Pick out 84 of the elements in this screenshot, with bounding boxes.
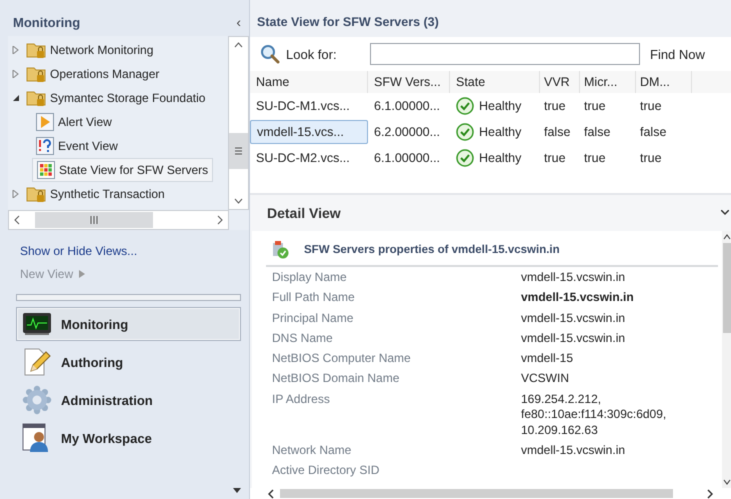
- table-cell-text: 6.2.00000...: [373, 124, 442, 141]
- property-name: DNS Name: [272, 330, 334, 346]
- properties-heading: SFW Servers properties of vmdell-15.vcswin.in: [304, 244, 560, 256]
- check-icon: [456, 123, 474, 141]
- collapsed-arrow-icon: [12, 190, 20, 198]
- find-now-button[interactable]: Find Now: [650, 46, 705, 62]
- grip-icon[interactable]: [90, 216, 98, 224]
- chevron-icon[interactable]: [721, 210, 729, 216]
- locked-folder-icon: [26, 185, 46, 203]
- table-cell: Healthy: [450, 120, 540, 144]
- scroll-left-icon[interactable]: [268, 488, 274, 498]
- tree-item[interactable]: Operations Manager: [8, 62, 164, 86]
- search-label: Look for:: [286, 46, 338, 62]
- table-cell-text: true: [583, 98, 607, 115]
- splitter-handle[interactable]: [16, 294, 241, 301]
- vertical-scrollbar[interactable]: [722, 231, 731, 488]
- table-cell-text: true: [583, 150, 607, 167]
- navigation-button[interactable]: Monitoring: [16, 307, 241, 341]
- search-field[interactable]: [370, 43, 640, 65]
- vertical-scrollbar[interactable]: [228, 36, 249, 210]
- table-cell-text: 6.1.00000...: [373, 98, 442, 115]
- property-name: NetBIOS Domain Name: [272, 371, 400, 387]
- collapsed-arrow-icon: [12, 46, 20, 54]
- property-name: NetBIOS Computer Name: [272, 351, 412, 367]
- property-name: Active Directory SID: [272, 463, 380, 479]
- navigation-button[interactable]: Administration: [16, 383, 241, 417]
- tree-item[interactable]: Alert View: [32, 110, 116, 134]
- tree-item[interactable]: State View for SFW Servers: [32, 158, 214, 182]
- table-cell-text: 6.1.00000...: [373, 150, 442, 167]
- table-cell-text: false: [543, 124, 572, 141]
- pane-title: Monitoring: [13, 14, 80, 30]
- check-icon: [456, 97, 474, 115]
- locked-folder-icon: [26, 65, 46, 83]
- property-value: vmdell-15.vcswin.in: [521, 310, 626, 326]
- grid-icon: [37, 161, 55, 179]
- tree-item[interactable]: Synthetic Transaction: [8, 182, 169, 206]
- property-value: vmdell-15: [521, 351, 574, 367]
- property-value: vmdell-15.vcswin.in: [521, 270, 626, 286]
- table-cell: Healthy: [450, 146, 540, 170]
- table-cell-text: true: [639, 150, 663, 167]
- monitor-icon: [22, 311, 52, 337]
- table-cell[interactable]: vmdell-15.vcs...: [250, 120, 368, 144]
- collapsed-arrow-icon: [12, 70, 20, 78]
- table-cell[interactable]: SU-DC-M1.vcs...: [250, 94, 368, 118]
- horizontal-scrollbar[interactable]: [8, 210, 229, 230]
- table-cell-text: true: [543, 98, 567, 115]
- property-name: Display Name: [272, 270, 348, 286]
- tree-item[interactable]: Symantec Storage Foundatio: [8, 86, 210, 110]
- navigation-button[interactable]: My Workspace: [16, 421, 241, 455]
- table-cell-text: false: [639, 124, 668, 141]
- table-cell: Healthy: [450, 94, 540, 118]
- property-value: vmdell-15.vcswin.in: [521, 330, 626, 346]
- property-value: 169.254.2.212, fe80::10ae:f114:309c:6d09, 10.209.162.63: [521, 392, 666, 438]
- view-title: State View for SFW Servers (3): [250, 0, 731, 37]
- expanded-arrow-icon: [12, 94, 20, 102]
- gear-icon: [22, 385, 52, 415]
- collapse-button[interactable]: ‹: [236, 14, 241, 30]
- dropdown-icon[interactable]: [233, 488, 241, 492]
- property-name: Principal Name: [272, 310, 354, 326]
- event-icon: [36, 137, 54, 155]
- tree-item[interactable]: Event View: [32, 134, 122, 158]
- pencil-icon: [22, 347, 52, 377]
- tree-item[interactable]: Network Monitoring: [8, 38, 158, 62]
- property-value: vmdell-15.vcswin.in: [521, 443, 626, 459]
- navigation-button[interactable]: Authoring: [16, 345, 241, 379]
- locked-folder-icon: [26, 89, 46, 107]
- property-name: IP Address: [272, 392, 331, 408]
- table-cell-text: true: [543, 150, 567, 167]
- detail-title: Detail View: [267, 205, 341, 221]
- grip-icon[interactable]: [234, 147, 243, 155]
- server-status-icon: [272, 241, 290, 259]
- locked-folder-icon: [26, 41, 46, 59]
- property-name: Network Name: [272, 443, 352, 459]
- table-cell-text: true: [639, 98, 663, 115]
- scroll-right-icon[interactable]: [707, 488, 713, 498]
- table-cell[interactable]: SU-DC-M2.vcs...: [250, 146, 368, 170]
- property-name: Full Path Name: [272, 290, 356, 306]
- link[interactable]: Show or Hide Views...: [20, 244, 138, 258]
- horizontal-scrollbar[interactable]: [250, 488, 731, 499]
- search-icon: [260, 44, 280, 64]
- check-icon: [456, 149, 474, 167]
- property-value: VCSWIN: [521, 371, 569, 387]
- table-cell-text: false: [583, 124, 612, 141]
- property-value: vmdell-15.vcswin.in: [521, 290, 634, 306]
